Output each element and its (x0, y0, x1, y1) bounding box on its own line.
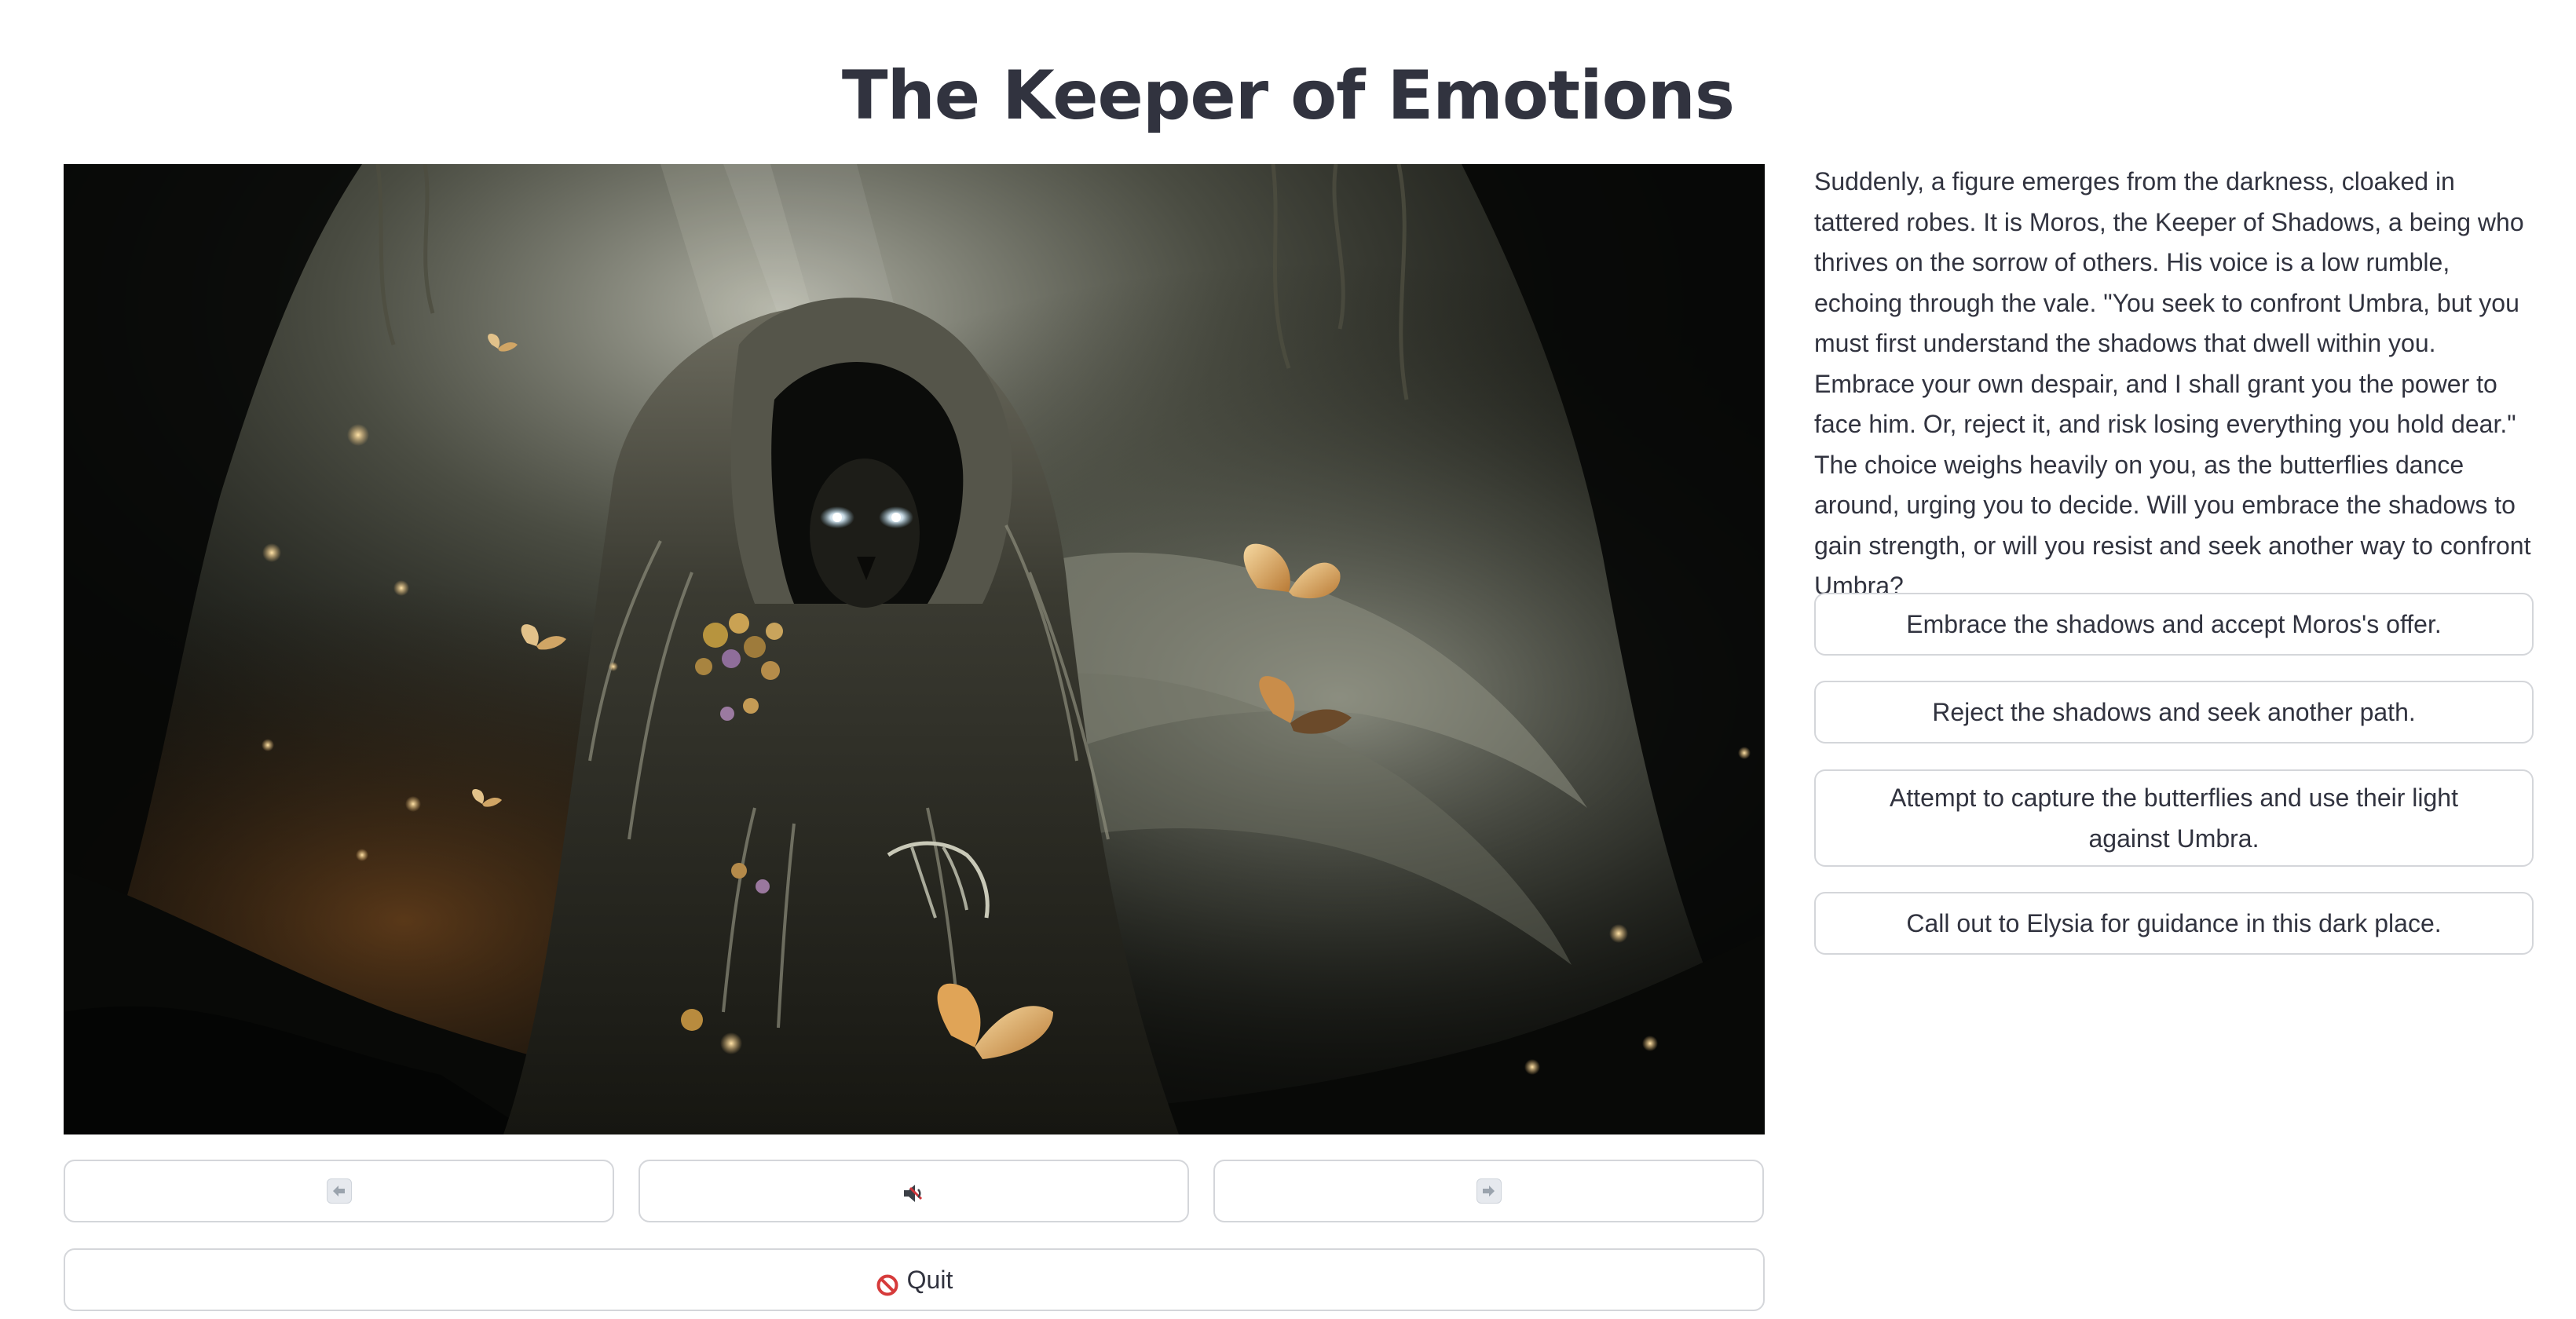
page-title: The Keeper of Emotions (841, 57, 1735, 135)
quit-label: Quit (906, 1266, 953, 1294)
back-button[interactable] (64, 1160, 614, 1222)
quit-content: Quit (876, 1259, 953, 1300)
right-arrow-icon (1476, 1178, 1502, 1204)
quit-button[interactable]: Quit (64, 1248, 1765, 1311)
choice-label: Call out to Elysia for guidance in this … (1906, 909, 2442, 937)
choice-button-embrace[interactable]: Embrace the shadows and accept Moros's o… (1814, 593, 2534, 656)
choice-label: Attempt to capture the butterflies and u… (1890, 784, 2458, 853)
forward-button[interactable] (1213, 1160, 1764, 1222)
choice-button-capture-butterflies[interactable]: Attempt to capture the butterflies and u… (1814, 769, 2534, 867)
scene-image (64, 164, 1765, 1134)
hooded-keeper-illustration (64, 164, 1765, 1134)
muted-speaker-icon (901, 1178, 928, 1204)
mute-button[interactable] (639, 1160, 1189, 1222)
choice-button-reject[interactable]: Reject the shadows and seek another path… (1814, 681, 2534, 744)
left-arrow-icon (326, 1178, 352, 1204)
choice-label: Reject the shadows and seek another path… (1932, 698, 2416, 726)
story-text: Suddenly, a figure emerges from the dark… (1814, 167, 2531, 600)
choice-button-call-elysia[interactable]: Call out to Elysia for guidance in this … (1814, 892, 2534, 955)
prohibited-icon (876, 1268, 899, 1296)
app-page: The Keeper of Emotions Suddenly, a figur… (0, 0, 2576, 1319)
choice-label: Embrace the shadows and accept Moros's o… (1906, 610, 2442, 638)
